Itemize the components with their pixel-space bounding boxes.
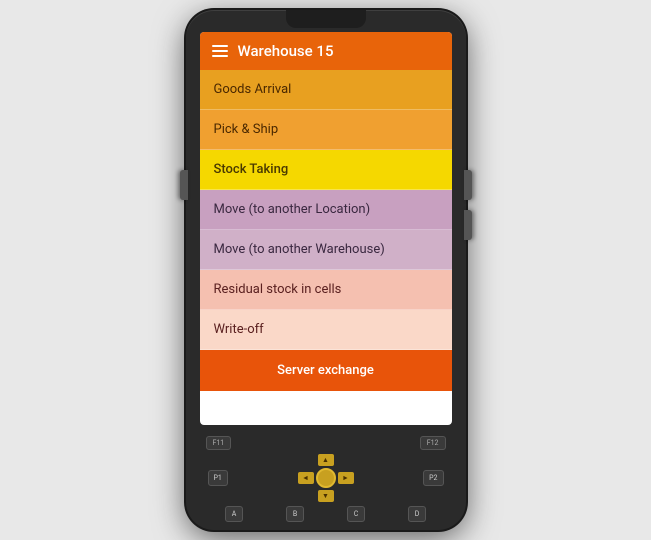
key-a[interactable]: A — [225, 506, 243, 522]
nav-right-button[interactable]: ► — [338, 472, 354, 484]
device-keypad: F11 F12 P1 ▲ ◄ ► ▼ — [200, 430, 452, 530]
nav-center-button[interactable] — [316, 468, 336, 488]
nav-down-button[interactable]: ▼ — [318, 490, 334, 502]
menu-item-residual-stock[interactable]: Residual stock in cells — [200, 270, 452, 310]
handheld-device: Warehouse 15 Goods Arrival Pick & Ship S… — [186, 10, 466, 530]
side-button-left[interactable] — [180, 170, 188, 200]
f11-key[interactable]: F11 — [206, 436, 232, 450]
menu-item-write-off[interactable]: Write-off — [200, 310, 452, 350]
p1-key[interactable]: P1 — [208, 470, 228, 486]
side-button-right-bottom[interactable] — [464, 210, 472, 240]
menu-item-pick-ship[interactable]: Pick & Ship — [200, 110, 452, 150]
nav-up-button[interactable]: ▲ — [318, 454, 334, 466]
menu-item-move-warehouse[interactable]: Move (to another Warehouse) — [200, 230, 452, 270]
nav-row: P1 ▲ ◄ ► ▼ P2 — [204, 454, 448, 502]
menu-item-goods-arrival[interactable]: Goods Arrival — [200, 70, 452, 110]
key-d[interactable]: D — [408, 506, 426, 522]
hamburger-menu-icon[interactable] — [212, 45, 228, 57]
device-screen: Warehouse 15 Goods Arrival Pick & Ship S… — [200, 32, 452, 425]
device-top-notch — [286, 10, 366, 28]
menu-item-move-location[interactable]: Move (to another Location) — [200, 190, 452, 230]
app-header: Warehouse 15 — [200, 32, 452, 70]
server-exchange-button[interactable]: Server exchange — [200, 350, 452, 391]
f12-key[interactable]: F12 — [420, 436, 446, 450]
p2-key[interactable]: P2 — [423, 470, 443, 486]
side-button-right-top[interactable] — [464, 170, 472, 200]
alpha-key-row: A B C D — [204, 506, 448, 522]
app-title: Warehouse 15 — [238, 42, 334, 60]
fn-key-row: F11 F12 — [204, 436, 448, 450]
menu-item-stock-taking[interactable]: Stock Taking — [200, 150, 452, 190]
device-body: Warehouse 15 Goods Arrival Pick & Ship S… — [186, 10, 466, 530]
navigation-cluster: ▲ ◄ ► ▼ — [298, 454, 354, 502]
key-b[interactable]: B — [286, 506, 304, 522]
nav-left-button[interactable]: ◄ — [298, 472, 314, 484]
key-c[interactable]: C — [347, 506, 365, 522]
